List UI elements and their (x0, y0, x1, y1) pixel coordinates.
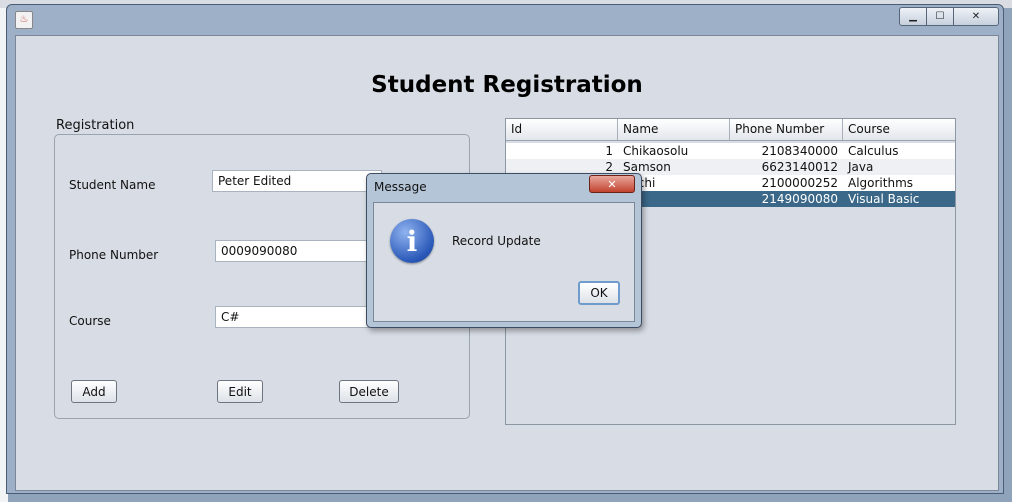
window-controls: ▁ ☐ ✕ (899, 7, 999, 26)
cell-phone: 2108340000 (761, 144, 838, 158)
registration-group-title: Registration (56, 118, 135, 133)
java-icon: ♨ (15, 11, 33, 29)
course-label: Course (69, 314, 111, 328)
close-icon: ✕ (971, 11, 981, 22)
cell-course: Algorithms (848, 176, 914, 190)
page-title: Student Registration (371, 72, 643, 98)
dialog-body: i Record Update OK (373, 202, 635, 322)
student-name-field[interactable]: Peter Edited (212, 170, 382, 192)
close-button[interactable]: ✕ (953, 7, 999, 26)
phone-number-field[interactable]: 0009090080 (215, 240, 381, 262)
cell-course: Calculus (848, 144, 899, 158)
add-button[interactable]: Add (71, 380, 117, 403)
column-header-course[interactable]: Course (843, 119, 955, 140)
phone-number-label: Phone Number (69, 248, 159, 262)
cell-phone: 2149090080 (761, 192, 838, 206)
cell-phone: 6623140012 (761, 160, 838, 174)
maximize-button[interactable]: ☐ (926, 7, 954, 26)
edit-button[interactable]: Edit (217, 380, 263, 403)
minimize-icon: ▁ (909, 11, 917, 22)
column-header-phone[interactable]: Phone Number (730, 119, 843, 140)
cell-course: Java (848, 160, 874, 174)
course-field[interactable]: C# (215, 306, 381, 328)
title-bar: ♨ ▁ ☐ ✕ (7, 5, 1003, 33)
table-row[interactable]: 1 Chikaosolu 2108340000 Calculus (506, 143, 955, 159)
column-header-id[interactable]: Id (506, 119, 618, 140)
info-icon: i (390, 219, 434, 263)
dialog-title: Message (374, 180, 427, 194)
delete-button[interactable]: Delete (339, 380, 399, 403)
cell-name: Chikaosolu (623, 144, 689, 158)
cell-course: Visual Basic (848, 192, 920, 206)
minimize-button[interactable]: ▁ (899, 7, 927, 26)
student-name-label: Student Name (69, 178, 156, 192)
dialog-message: Record Update (452, 234, 541, 248)
close-icon: ✕ (607, 177, 617, 191)
column-header-name[interactable]: Name (618, 119, 730, 140)
message-dialog: Message ✕ i Record Update OK (366, 173, 642, 328)
maximize-icon: ☐ (935, 11, 945, 22)
cell-phone: 2100000252 (761, 176, 838, 190)
ok-button[interactable]: OK (578, 281, 620, 305)
table-header: Id Name Phone Number Course (506, 119, 955, 141)
dialog-close-button[interactable]: ✕ (589, 175, 635, 193)
cell-id: 1 (605, 144, 613, 158)
